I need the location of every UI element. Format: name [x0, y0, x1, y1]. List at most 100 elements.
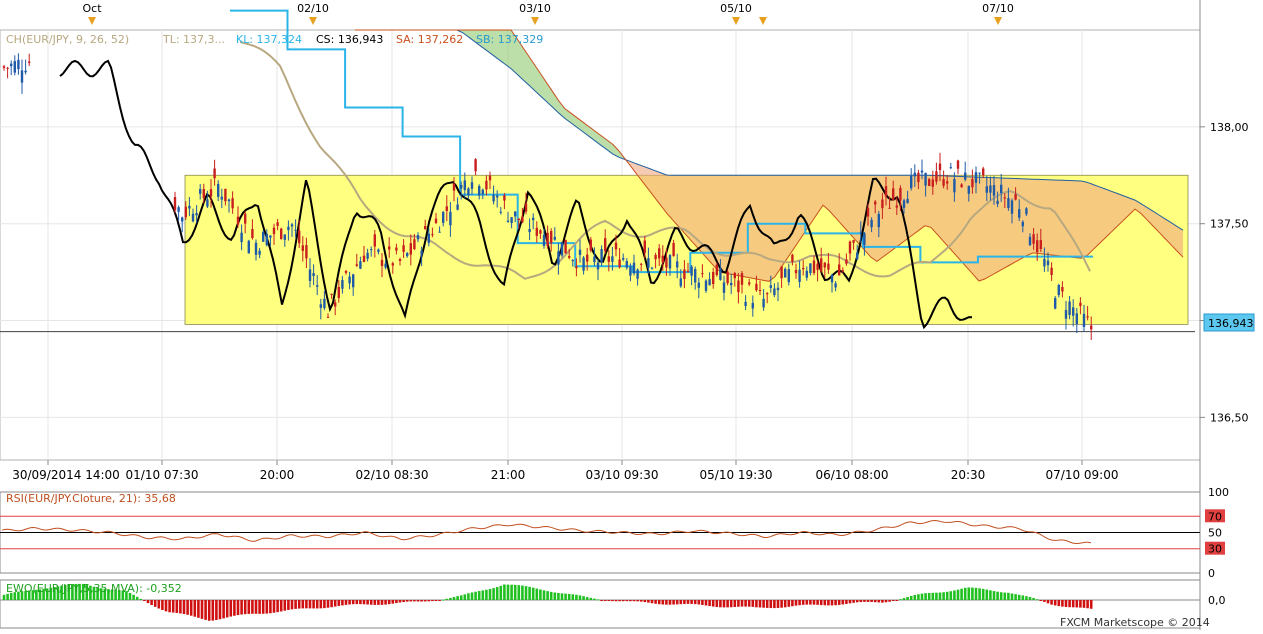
ewo-bar-238 — [859, 600, 863, 603]
candle-body-132 — [622, 257, 625, 260]
ewo-panel: 0,0 — [0, 579, 1226, 629]
ewo-bar-177 — [639, 600, 643, 602]
ewo-bar-150 — [542, 590, 546, 600]
x-axis-label-2: 20:00 — [260, 468, 295, 482]
ewo-bar-159 — [575, 594, 578, 600]
candle-body-251 — [1050, 267, 1053, 275]
ewo-bar-172 — [621, 600, 625, 602]
candle-body-72 — [406, 253, 409, 257]
ewo-bar-79 — [287, 600, 290, 610]
candle-body-6 — [24, 70, 27, 73]
x-axis-label-9: 07/10 09:00 — [1046, 468, 1119, 482]
ewo-bar-299 — [1079, 600, 1082, 608]
candle-body-205 — [884, 186, 888, 197]
candle-body-173 — [769, 285, 772, 288]
candle-body-43 — [301, 245, 304, 251]
ewo-bar-58 — [211, 600, 215, 621]
ewo-bar-108 — [391, 600, 395, 604]
chart-root: Oct 02/10 03/10 05/10 07/10 30/09/2014 14:00… — [0, 0, 1263, 630]
legend-prefix: CH(EUR/JPY, 9, 26, 52) — [6, 33, 129, 46]
rsi-level-label-50: 50 — [1208, 527, 1222, 540]
candle-body-229 — [971, 178, 974, 188]
ewo-bar-259 — [935, 592, 938, 600]
candle-body-96 — [492, 194, 495, 202]
candle-body-31 — [258, 250, 261, 255]
ewo-bar-227 — [819, 600, 823, 606]
candle-body-254 — [1061, 287, 1064, 292]
ewo-bar-72 — [261, 600, 265, 614]
candle-body-181 — [798, 269, 801, 282]
candle-body-112 — [550, 230, 553, 244]
ewo-bar-103 — [373, 600, 377, 605]
ewo-bar-191 — [690, 600, 693, 604]
ewo-bar-284 — [1025, 596, 1028, 600]
candle-body-83 — [445, 206, 448, 211]
ewo-bar-41 — [150, 600, 153, 606]
candle-body-90 — [470, 182, 474, 189]
ewo-bar-112 — [405, 600, 409, 602]
ewo-bar-83 — [301, 600, 305, 609]
candle-body-174 — [773, 288, 776, 296]
ewo-bar-141 — [510, 584, 513, 600]
ewo-bar-255 — [920, 593, 924, 600]
candle-body-242 — [1018, 209, 1021, 218]
ewo-bar-190 — [686, 600, 690, 604]
candle-body-55 — [344, 270, 348, 273]
candle-body-24 — [231, 198, 234, 209]
candle-body-76 — [420, 250, 423, 255]
ewo-bar-193 — [697, 600, 701, 605]
candle-body-222 — [946, 181, 949, 184]
candle-body-79 — [431, 234, 434, 236]
candle-body-240 — [1010, 200, 1014, 214]
ewo-bar-167 — [603, 600, 607, 601]
cloud-segment-124 — [1099, 186, 1105, 244]
candle-body-87 — [460, 184, 463, 189]
ewo-bar-202 — [729, 600, 733, 608]
candle-body-124 — [593, 256, 596, 263]
candle-body-258 — [1075, 313, 1078, 325]
ewo-bar-114 — [413, 600, 416, 602]
candle-body-214 — [917, 172, 920, 183]
ewo-bar-127 — [459, 595, 463, 600]
candle-body-187 — [820, 258, 823, 272]
ewo-bar-94 — [341, 600, 344, 606]
ewo-bar-152 — [549, 591, 553, 600]
x-axis-label-4: 21:00 — [491, 468, 526, 482]
ewo-bar-285 — [1028, 597, 1032, 600]
ewo-bar-184 — [665, 600, 668, 605]
ewo-bar-225 — [812, 600, 816, 605]
candle-body-145 — [668, 255, 672, 269]
candle-body-212 — [910, 175, 913, 189]
candle-body-256 — [1068, 301, 1071, 315]
cloud-segment-61 — [721, 175, 727, 274]
ewo-bar-197 — [711, 600, 715, 607]
ewo-bar-176 — [636, 600, 639, 602]
ewo-bar-244 — [881, 600, 884, 603]
candle-body-82 — [442, 211, 445, 223]
candle-body-120 — [578, 249, 582, 255]
ewo-bar-77 — [279, 600, 283, 612]
ewo-bar-170 — [614, 600, 618, 602]
candle-body-10 — [181, 217, 184, 222]
candle-body-163 — [733, 272, 736, 279]
x-axis-label-5: 03/10 09:30 — [586, 468, 659, 482]
ewo-bar-200 — [722, 600, 726, 608]
candle-body-144 — [665, 257, 668, 268]
candle-body-56 — [348, 276, 351, 284]
candle-body-25 — [236, 216, 240, 225]
rsi-label: RSI(EUR/JPY.Cloture, 21): 35,68 — [6, 492, 176, 505]
ewo-bar-52 — [189, 600, 193, 616]
candle-body-8 — [173, 197, 177, 211]
ewo-bar-216 — [780, 600, 783, 608]
candle-body-27 — [244, 213, 247, 224]
ewo-bar-44 — [161, 600, 164, 610]
ewo-bar-233 — [841, 600, 845, 605]
candle-body-54 — [341, 280, 344, 289]
candle-body-170 — [758, 290, 762, 292]
ewo-bar-164 — [593, 598, 596, 600]
ewo-bar-276 — [996, 591, 999, 600]
ewo-bar-71 — [258, 600, 261, 614]
ewo-bar-211 — [762, 600, 765, 608]
candle-body-28 — [247, 240, 250, 254]
ewo-bar-183 — [661, 600, 665, 605]
